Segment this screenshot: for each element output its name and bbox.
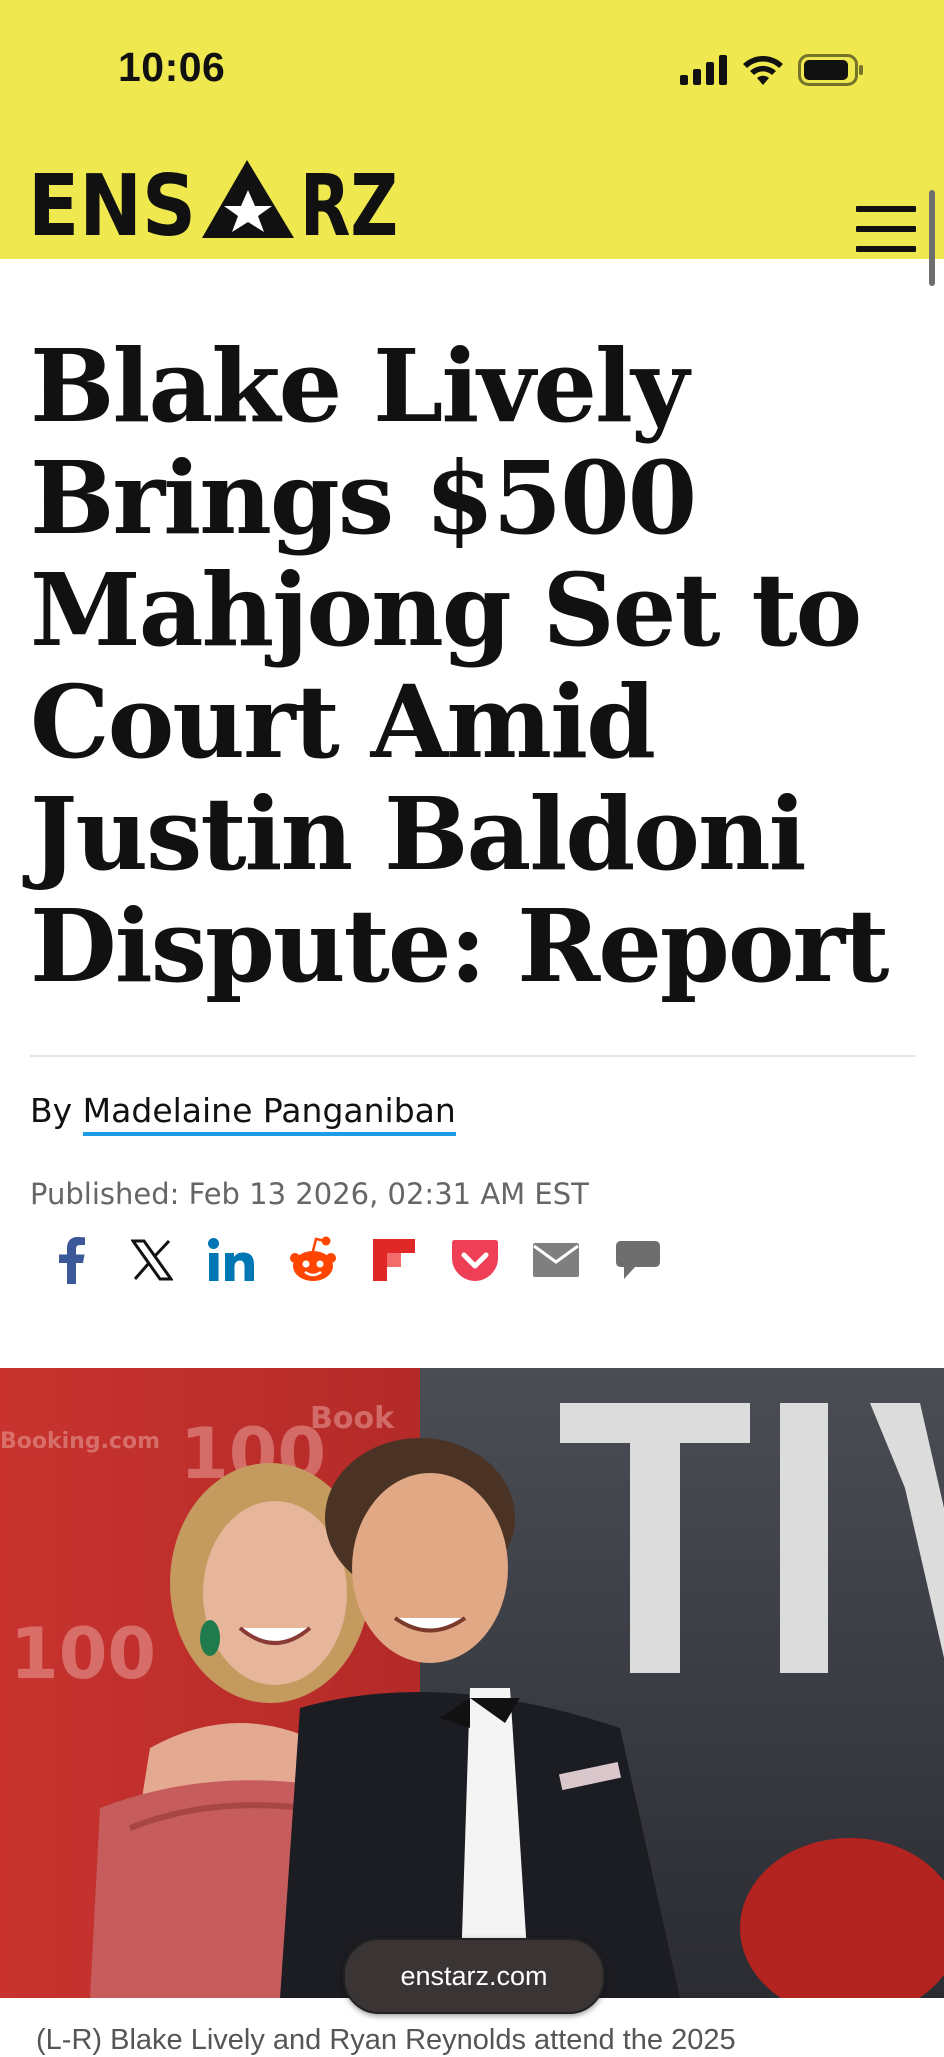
browser-url-pill[interactable]: enstarz.com bbox=[343, 1938, 605, 2014]
email-icon bbox=[533, 1243, 579, 1277]
facebook-icon bbox=[59, 1237, 85, 1284]
linkedin-share-button[interactable] bbox=[204, 1232, 260, 1288]
flipboard-share-button[interactable] bbox=[366, 1232, 422, 1288]
facebook-share-button[interactable] bbox=[44, 1232, 100, 1288]
svg-text:Booking.com: Booking.com bbox=[0, 1429, 160, 1454]
email-share-button[interactable] bbox=[528, 1232, 584, 1288]
page-scrollbar[interactable] bbox=[929, 190, 935, 286]
share-bar bbox=[44, 1232, 684, 1288]
headline-line: Court Amid bbox=[30, 663, 656, 781]
wifi-icon bbox=[743, 56, 783, 85]
enstarz-logo: ENS RZ bbox=[28, 157, 398, 256]
headline-line: Justin Baldoni bbox=[30, 775, 807, 893]
x-share-button[interactable] bbox=[124, 1232, 180, 1288]
status-icons bbox=[680, 52, 864, 88]
reddit-share-button[interactable] bbox=[285, 1232, 341, 1288]
headline-line: Dispute: Report bbox=[30, 887, 889, 1005]
status-time: 10:06 bbox=[118, 44, 226, 90]
byline: By Madelaine Panganiban bbox=[30, 1091, 456, 1136]
pocket-share-button[interactable] bbox=[447, 1232, 503, 1288]
site-logo[interactable]: ENS RZ bbox=[28, 157, 398, 256]
article-hero-image: 100 100 Book Booking.com bbox=[0, 1368, 944, 1998]
reddit-icon bbox=[290, 1236, 336, 1281]
comments-button[interactable] bbox=[610, 1232, 666, 1288]
headline-line: Brings $500 bbox=[30, 439, 697, 557]
headline-divider bbox=[30, 1055, 916, 1057]
site-header: 10:06 ENS RZ bbox=[0, 0, 944, 259]
article-headline: Blake Lively Brings $500 Mahjong Set to … bbox=[30, 330, 910, 1002]
comment-icon bbox=[616, 1241, 660, 1279]
byline-prefix: By bbox=[30, 1091, 73, 1130]
svg-text:Book: Book bbox=[310, 1401, 395, 1436]
svg-text:ENS: ENS bbox=[28, 160, 196, 240]
battery-icon bbox=[798, 54, 863, 86]
pocket-icon bbox=[452, 1240, 498, 1281]
author-link[interactable]: Madelaine Panganiban bbox=[82, 1091, 456, 1136]
svg-text:RZ: RZ bbox=[300, 160, 398, 240]
x-icon bbox=[131, 1239, 173, 1281]
headline-line: Blake Lively bbox=[30, 327, 689, 445]
svg-text:100: 100 bbox=[10, 1613, 156, 1695]
flipboard-icon bbox=[373, 1239, 415, 1281]
publish-date: Published: Feb 13 2026, 02:31 AM EST bbox=[30, 1177, 589, 1211]
cellular-signal-icon bbox=[680, 55, 727, 85]
linkedin-icon bbox=[208, 1238, 254, 1281]
hero-photo: 100 100 Book Booking.com bbox=[0, 1368, 944, 1998]
headline-line: Mahjong Set to bbox=[30, 551, 862, 669]
hamburger-menu-icon[interactable] bbox=[856, 206, 916, 252]
image-caption: (L-R) Blake Lively and Ryan Reynolds att… bbox=[36, 2024, 736, 2056]
